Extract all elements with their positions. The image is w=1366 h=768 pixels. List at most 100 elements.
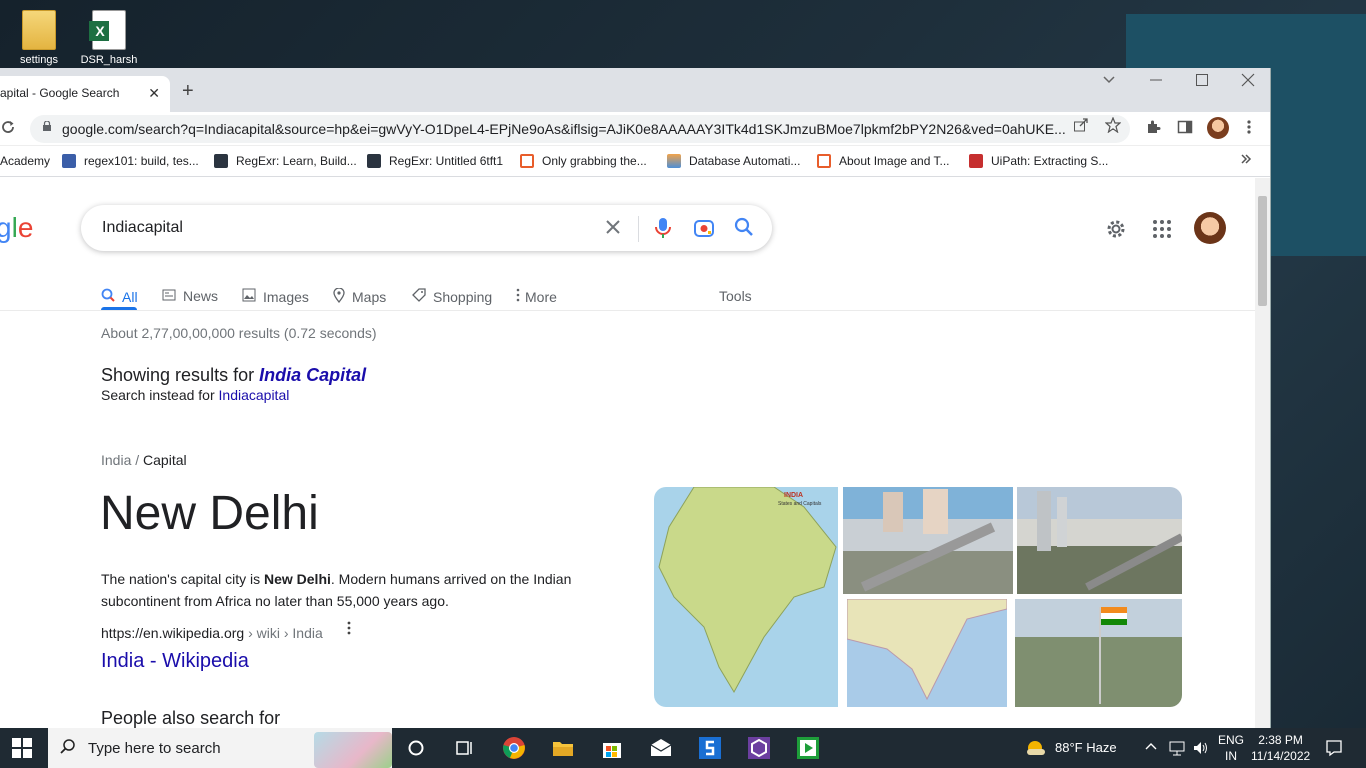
close-tab-icon[interactable]: ✕ (148, 85, 160, 102)
map-pin-icon (333, 287, 345, 306)
bookmark-academy[interactable]: Academy (0, 154, 50, 168)
search-divider (638, 216, 639, 242)
taskbar-search-placeholder: Type here to search (88, 740, 221, 757)
tools-button[interactable]: Tools (719, 288, 752, 304)
tab-images[interactable]: Images (242, 288, 309, 305)
input-language[interactable]: ENG IN (1218, 732, 1244, 764)
media-player-icon[interactable] (796, 736, 820, 760)
tab-more[interactable]: More (516, 288, 557, 305)
people-also-search-heading: People also search for (101, 708, 281, 728)
uipath-studio-icon[interactable] (698, 736, 722, 760)
weather-icon[interactable] (1025, 738, 1047, 761)
region-code: IN (1225, 749, 1237, 763)
excel-file-icon: X (89, 10, 126, 50)
address-text: google.com/search?q=Indiacapital&source=… (62, 121, 1066, 137)
image-icon (242, 288, 256, 305)
notifications-icon[interactable] (1325, 739, 1343, 760)
bookmark-regexr-untitled[interactable]: RegExr: Untitled 6tft1 (367, 154, 503, 168)
search-input[interactable]: Indiacapital (102, 219, 183, 237)
weather-text[interactable]: 88°F Haze (1055, 740, 1117, 755)
city-skyline-image[interactable] (843, 487, 1013, 594)
maximize-button[interactable] (1195, 73, 1209, 91)
reload-button[interactable] (0, 119, 16, 140)
bookmark-star-icon[interactable] (1104, 116, 1122, 137)
clear-search-icon[interactable] (605, 214, 621, 241)
profile-avatar[interactable] (1207, 117, 1229, 139)
desktop-icon-dsr-harsh[interactable]: X DSR_harsh (74, 8, 144, 66)
tab-search-icon[interactable] (1102, 72, 1116, 90)
bookmark-label: Academy (0, 154, 51, 168)
india-flag-image[interactable] (1015, 599, 1182, 707)
instead-prefix: Search instead for (101, 387, 215, 403)
settings-gear-icon[interactable] (1105, 218, 1127, 245)
file-explorer-icon[interactable] (551, 736, 575, 760)
original-query-link[interactable]: Indiacapital (219, 387, 290, 403)
bookmark-only-grabbing[interactable]: Only grabbing the... (520, 154, 647, 168)
search-instead: Search instead for Indiacapital (101, 387, 289, 403)
citation-path: › wiki › India (244, 625, 323, 641)
extensions-puzzle-icon[interactable] (1145, 119, 1161, 140)
clock-date: 11/14/2022 (1251, 749, 1311, 763)
chrome-menu-icon[interactable] (1243, 119, 1255, 140)
address-bar[interactable]: google.com/search?q=Indiacapital&source=… (30, 115, 1130, 143)
nav-divider (0, 310, 1255, 311)
windows-start-icon[interactable] (12, 738, 32, 758)
result-stats: About 2,77,00,00,000 results (0.72 secon… (101, 325, 377, 341)
search-box[interactable]: Indiacapital (81, 205, 772, 251)
scrollbar-thumb[interactable] (1258, 196, 1267, 306)
volume-icon[interactable] (1192, 740, 1210, 759)
close-window-button[interactable] (1241, 73, 1255, 91)
image-results-grid: INDIA States and Capitals (654, 487, 1182, 707)
windows-taskbar: Type here to search 88°F Haze ENG IN 2:3… (0, 728, 1366, 768)
new-tab-button[interactable]: + (182, 80, 194, 103)
desktop-icon-label: DSR_harsh (80, 54, 138, 66)
tab-shopping[interactable]: Shopping (412, 288, 492, 305)
google-apps-grid-icon[interactable] (1152, 219, 1172, 244)
network-icon[interactable] (1168, 740, 1186, 759)
bookmark-database-automation[interactable]: Database Automati... (667, 154, 800, 168)
map-subtitle: States and Capitals (778, 501, 822, 507)
taskbar-search-box[interactable]: Type here to search (48, 728, 392, 768)
uipath-assistant-icon[interactable] (747, 736, 771, 760)
database-icon (667, 154, 681, 168)
desc-prefix: The nation's capital city is (101, 571, 261, 587)
bookmark-uipath-extracting[interactable]: UiPath: Extracting S... (969, 154, 1108, 168)
google-logo[interactable]: gle (0, 212, 33, 244)
minimize-button[interactable] (1149, 73, 1163, 91)
chrome-app-icon[interactable] (502, 736, 526, 760)
spelling-correction: Showing results for India Capital (101, 365, 366, 386)
tab-news[interactable]: News (162, 288, 218, 304)
tab-maps[interactable]: Maps (333, 287, 386, 306)
microphone-icon[interactable] (654, 217, 672, 244)
bookmark-about-image[interactable]: About Image and T... (817, 154, 950, 168)
breadcrumb-current: Capital (143, 452, 187, 468)
bookmark-regex101[interactable]: regex101: build, tes... (62, 154, 199, 168)
system-clock[interactable]: 2:38 PM 11/14/2022 (1251, 732, 1310, 764)
google-account-avatar[interactable] (1194, 212, 1226, 244)
tab-strip: apital - Google Search ✕ + (0, 68, 1270, 112)
mail-icon[interactable] (649, 736, 673, 760)
page-scrollbar[interactable] (1255, 178, 1270, 728)
share-icon[interactable] (1073, 117, 1089, 137)
result-options-icon[interactable] (347, 621, 351, 640)
tab-google-search[interactable]: apital - Google Search ✕ (0, 76, 170, 112)
show-hidden-icons-chevron-icon[interactable] (1144, 740, 1158, 757)
cortana-icon[interactable] (404, 736, 428, 760)
breadcrumb-parent[interactable]: India (101, 452, 131, 468)
political-map-image[interactable] (846, 598, 1008, 707)
bookmark-regexr-learn[interactable]: RegExr: Learn, Build... (214, 154, 357, 168)
task-view-icon[interactable] (453, 736, 477, 760)
wikipedia-result-link[interactable]: India - Wikipedia (101, 650, 249, 673)
side-panel-icon[interactable] (1177, 119, 1193, 140)
india-map-image[interactable]: INDIA States and Capitals (654, 487, 838, 707)
city-aerial-image[interactable] (1017, 487, 1182, 594)
search-submit-icon[interactable] (734, 217, 754, 242)
lock-icon[interactable] (43, 121, 51, 131)
corrected-query-link[interactable]: India Capital (259, 365, 366, 385)
tag-icon (412, 288, 426, 305)
tab-all[interactable]: All (101, 288, 138, 305)
desktop-icon-settings[interactable]: settings (4, 8, 74, 66)
more-bookmarks-chevron-icon[interactable] (1240, 152, 1252, 168)
lens-camera-icon[interactable] (693, 217, 715, 244)
microsoft-store-icon[interactable] (600, 736, 624, 760)
